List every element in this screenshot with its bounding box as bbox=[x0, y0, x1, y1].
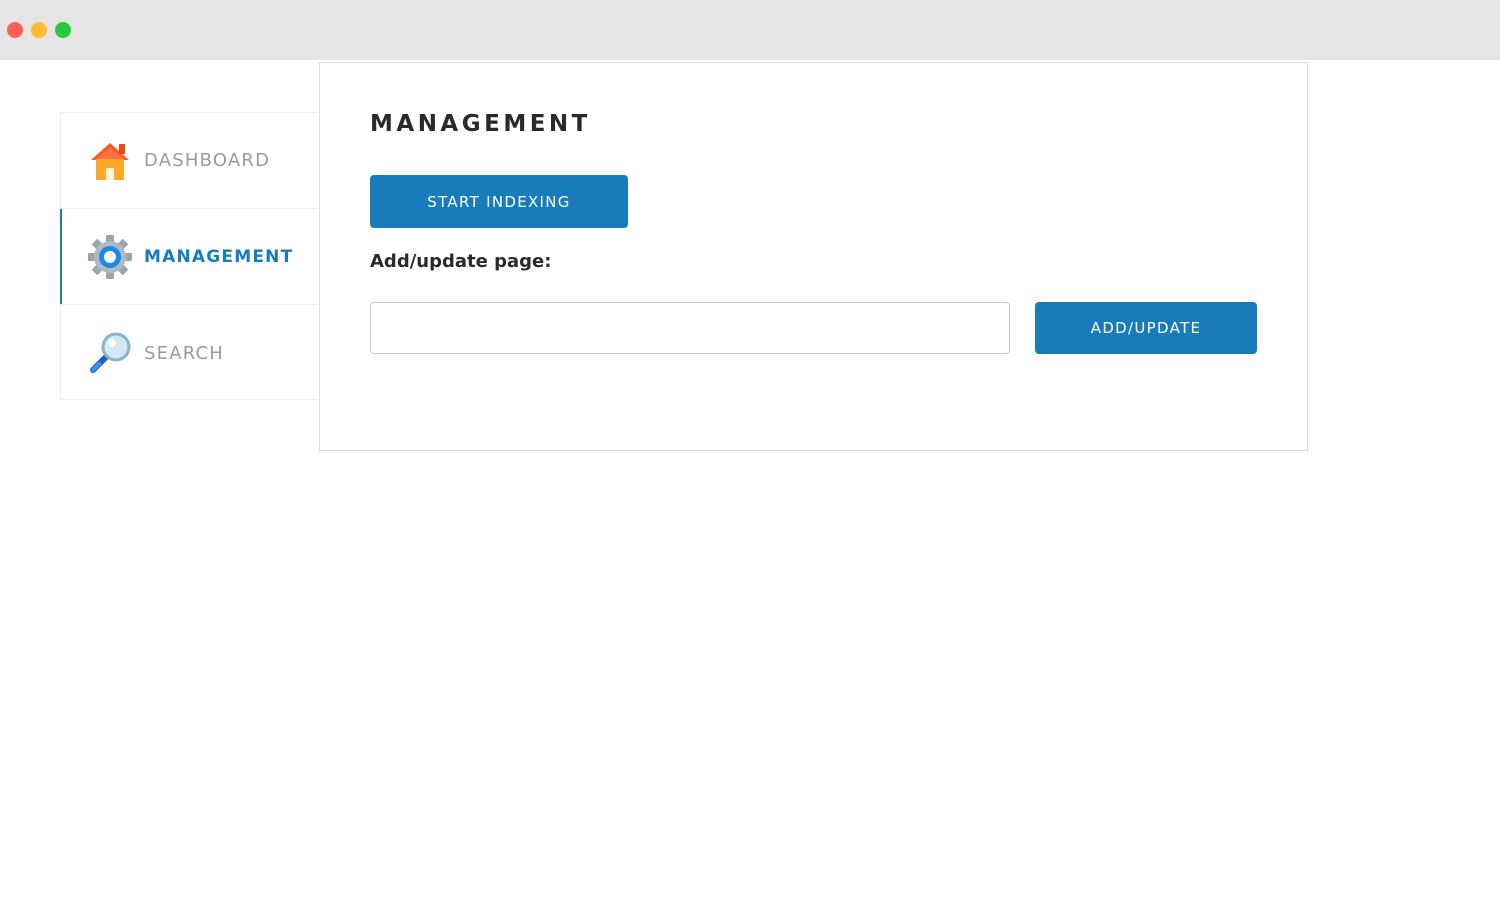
management-panel: MANAGEMENT START INDEXING Add/update pag… bbox=[319, 62, 1308, 451]
sidebar-item-search[interactable]: SEARCH bbox=[61, 305, 318, 401]
maximize-window-button[interactable] bbox=[55, 22, 71, 38]
sidebar-item-label: MANAGEMENT bbox=[144, 246, 294, 267]
sidebar-item-dashboard[interactable]: DASHBOARD bbox=[61, 113, 318, 209]
sidebar-item-label: DASHBOARD bbox=[144, 150, 271, 171]
house-icon bbox=[91, 142, 129, 180]
gear-icon bbox=[88, 234, 132, 279]
page-title: MANAGEMENT bbox=[370, 111, 591, 137]
sidebar-item-label: SEARCH bbox=[144, 342, 225, 364]
window-titlebar bbox=[0, 0, 1500, 60]
page-url-input[interactable] bbox=[370, 302, 1010, 354]
magnifier-icon bbox=[90, 332, 131, 373]
sidebar-item-management[interactable]: MANAGEMENT bbox=[60, 209, 318, 305]
add-update-page-label: Add/update page: bbox=[370, 251, 552, 272]
add-update-button[interactable]: ADD/UPDATE bbox=[1035, 302, 1257, 354]
minimize-window-button[interactable] bbox=[31, 22, 47, 38]
close-window-button[interactable] bbox=[7, 22, 23, 38]
sidebar-nav: DASHBOARD MANAGEMENT SEARCH bbox=[60, 112, 318, 400]
start-indexing-button[interactable]: START INDEXING bbox=[370, 175, 628, 228]
